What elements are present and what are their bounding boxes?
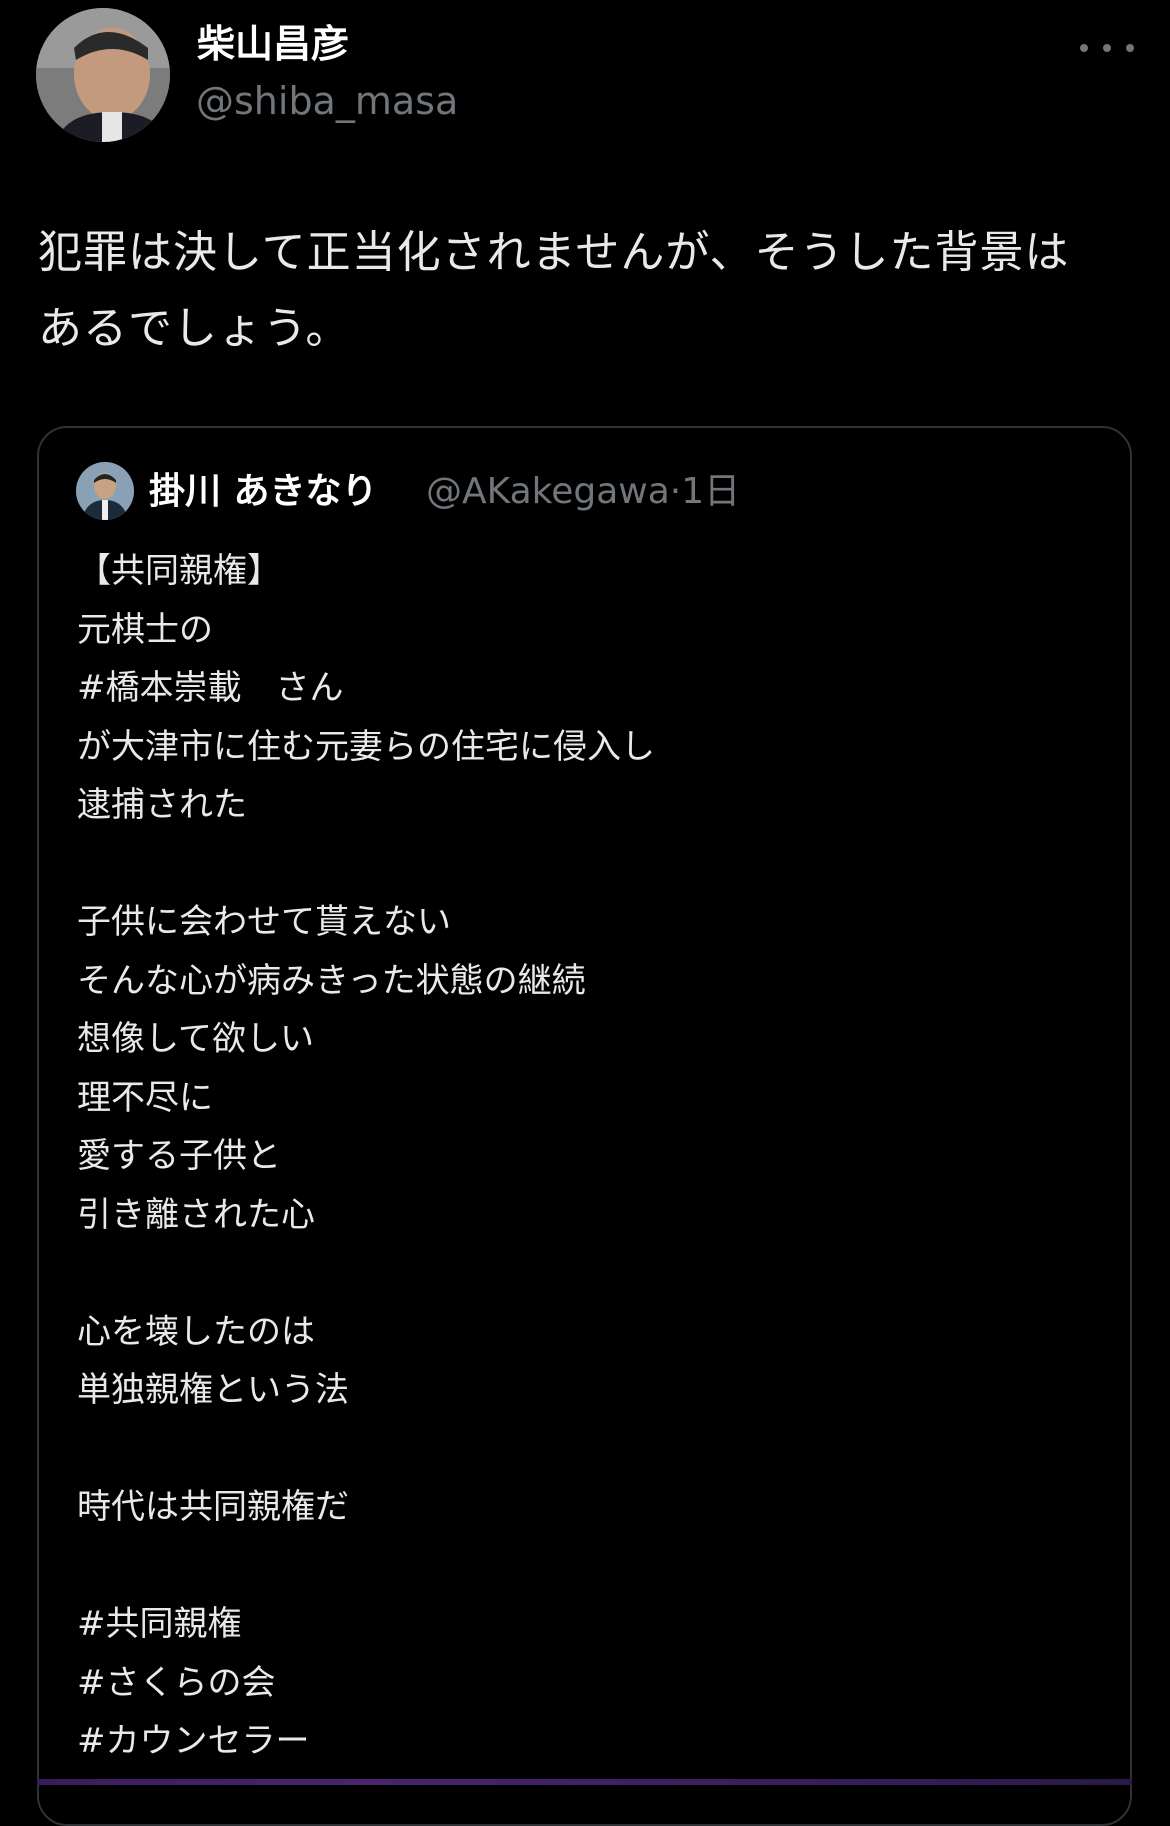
media-preview-edge [37,1779,1132,1785]
author-avatar-image [36,8,170,142]
quote-hashtag-link[interactable]: #橋本崇載 さん [77,659,1097,718]
author-display-name[interactable]: 柴山昌彦 [197,20,349,68]
quote-text-line: 愛する子供と [77,1136,281,1176]
quote-text-line: 引き離された心 [77,1194,315,1235]
tweet: 柴山昌彦 @shiba_masa 犯罪は決して正当化されませんが、そうした背景は… [0,0,1170,1826]
quote-author-handle[interactable]: @AKakegawa [426,471,670,512]
quote-blank-line [77,1244,1097,1303]
more-horizontal-icon-dot [1126,44,1134,52]
tweet-text-line: あるでしょう。 [38,303,351,354]
more-horizontal-icon [1080,44,1088,52]
quote-text-line: 元棋士の [77,609,213,650]
quote-text-line: が大津市に住む元妻らの住宅に侵入し [77,726,655,767]
quote-text-line: 理不尽に [77,1077,213,1118]
tweet-text-line: 犯罪は決して正当化されませんが、そうした背景は [38,227,1070,278]
quote-hashtag-link[interactable]: #カウンセラー [77,1712,1097,1771]
quote-text-line: 想像して欲しい [77,1019,314,1059]
author-handle[interactable]: @shiba_masa [196,77,458,125]
quote-text-line: 【共同親権】 [77,551,281,591]
quote-text-line: 子供に会わせて貰えない [77,902,451,942]
quote-hashtag-link[interactable]: #共同親権 [77,1595,1097,1654]
quote-text-line: 心を壊したのは [77,1311,315,1352]
quote-author-display-name[interactable]: 掛川 あきなり [149,470,378,514]
quote-timestamp[interactable]: 1日 [681,471,740,512]
quote-text-line: そんな心が病みきった状態の継続 [77,960,586,1001]
quote-text-line: 逮捕された [77,785,247,825]
more-options-button[interactable] [1080,28,1134,68]
quote-author-meta: @AKakegawa·1日 [426,470,740,514]
quoted-tweet-text: 【共同親権】 元棋士の #橋本崇載 さん が大津市に住む元妻らの住宅に侵入し 逮… [77,542,1097,1771]
quote-author-avatar-image [76,462,134,520]
quote-blank-line [77,1537,1097,1596]
author-avatar[interactable] [36,8,170,142]
quoted-tweet-card[interactable]: 掛川 あきなり @AKakegawa·1日 【共同親権】 元棋士の #橋本崇載 … [37,426,1132,1826]
more-horizontal-icon-dot [1103,44,1111,52]
tweet-text: 犯罪は決して正当化されませんが、そうした背景は あるでしょう。 [38,215,1138,367]
quote-blank-line [77,1420,1097,1479]
quote-text-line: 時代は共同親権だ [77,1487,349,1527]
meta-separator: · [669,471,682,512]
quote-text-line: 単独親権という法 [77,1370,349,1410]
quote-blank-line [77,835,1097,894]
quote-hashtag-link[interactable]: #さくらの会 [77,1654,1097,1713]
quote-author-avatar[interactable] [76,462,134,520]
